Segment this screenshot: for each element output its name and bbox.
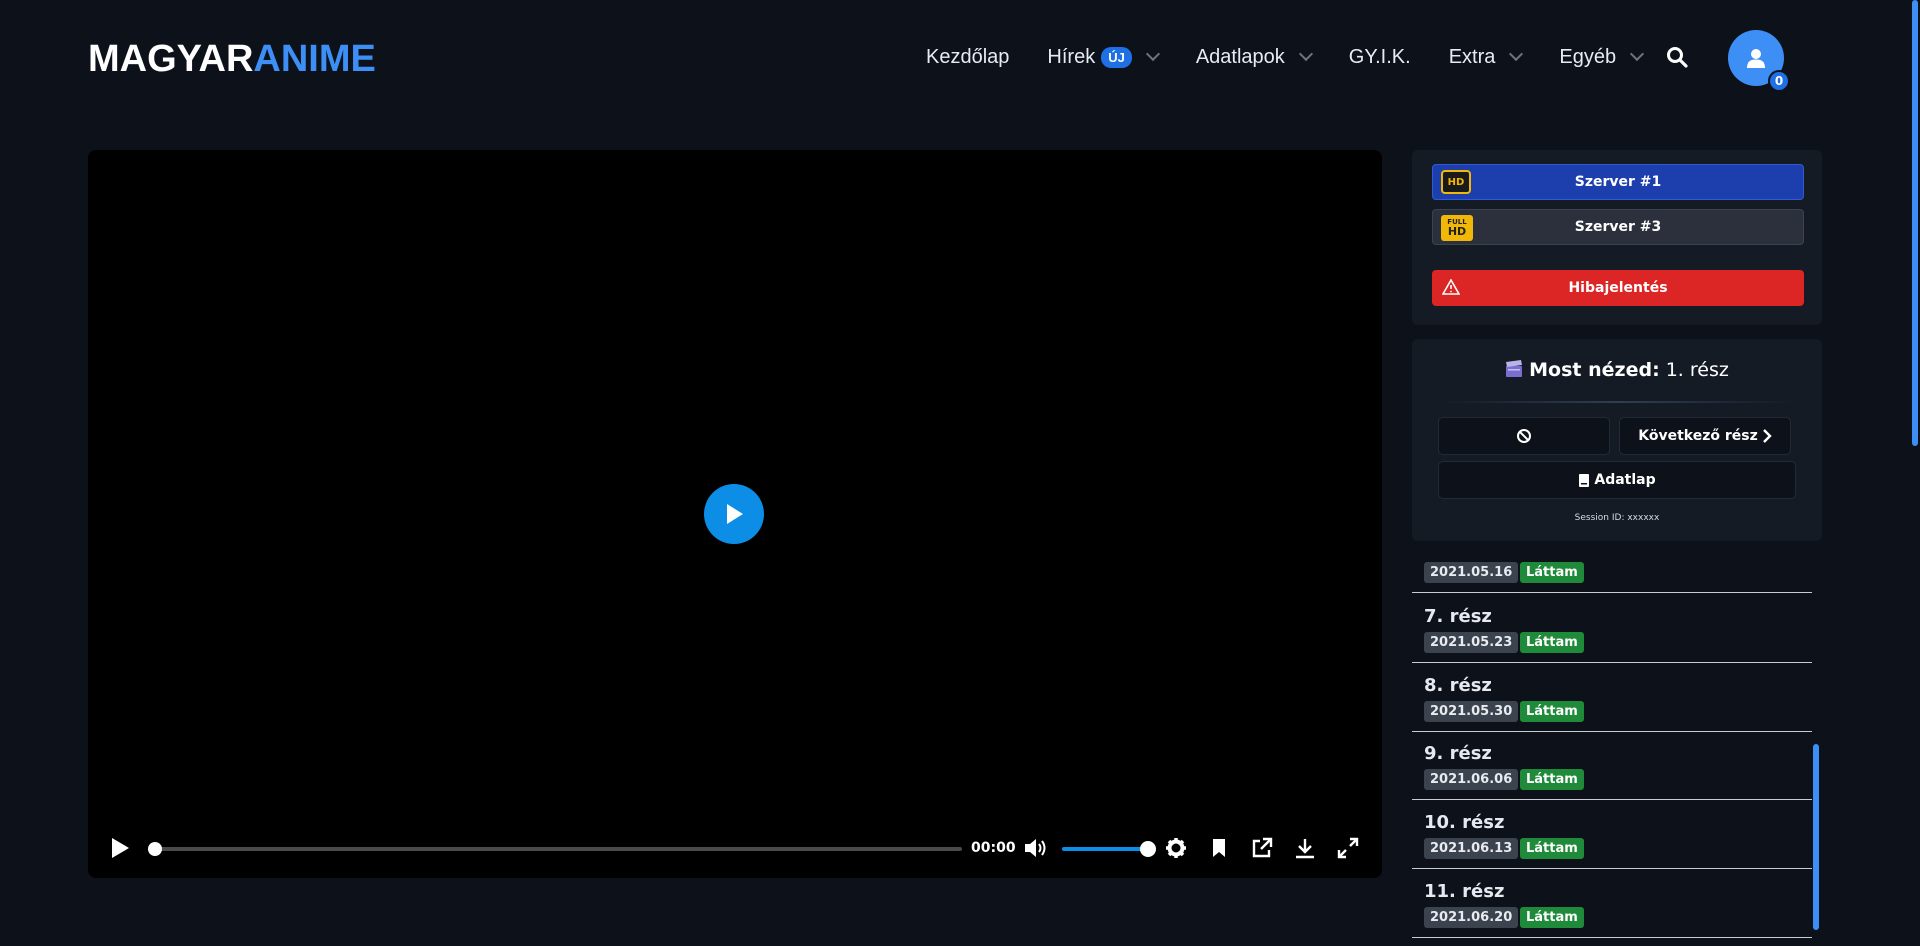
big-play-button[interactable] xyxy=(704,484,764,544)
list-item[interactable]: 10. rész 2021.06.13 Láttam xyxy=(1412,800,1812,869)
episode-list: 2021.05.16 Láttam 7. rész 2021.05.23 Lát… xyxy=(1412,552,1812,946)
episode-date: 2021.06.20 xyxy=(1424,907,1519,928)
fullscreen-button[interactable] xyxy=(1335,835,1361,861)
bookmark-button[interactable] xyxy=(1206,835,1232,861)
player-controls: 00:00 xyxy=(88,818,1382,878)
video-player[interactable]: 00:00 xyxy=(88,150,1382,878)
ban-icon xyxy=(1517,429,1531,443)
seen-badge: Láttam xyxy=(1520,701,1584,722)
episode-list-scrollbar[interactable] xyxy=(1813,744,1819,930)
episode-date: 2021.05.16 xyxy=(1424,562,1519,583)
report-error-button[interactable]: Hibajelentés xyxy=(1432,270,1804,306)
play-icon xyxy=(112,838,129,858)
progress-bar[interactable] xyxy=(148,842,962,856)
user-icon xyxy=(1747,49,1765,68)
hd-quality-badge: HD xyxy=(1441,170,1471,194)
divider xyxy=(1442,401,1794,403)
nav-extra[interactable]: Extra xyxy=(1448,45,1524,69)
site-logo[interactable]: MAGYARANIME xyxy=(88,38,376,81)
nav-home[interactable]: Kezdőlap xyxy=(926,46,1009,69)
new-badge: ÚJ xyxy=(1101,46,1132,68)
page-scrollbar[interactable] xyxy=(1912,0,1918,446)
time-display: 00:00 xyxy=(971,840,1016,856)
next-episode-button[interactable]: Következő rész xyxy=(1619,417,1791,455)
nav-datasheets[interactable]: Adatlapok xyxy=(1195,45,1313,69)
download-icon xyxy=(1296,839,1314,859)
server-3-button[interactable]: FULL HD Szerver #3 xyxy=(1432,209,1804,245)
popout-button[interactable] xyxy=(1249,835,1275,861)
warning-icon xyxy=(1441,278,1461,295)
episode-title: 7. rész xyxy=(1424,606,1492,627)
chevron-down-icon xyxy=(1298,46,1313,62)
play-icon xyxy=(727,504,743,524)
episode-date: 2021.05.23 xyxy=(1424,632,1519,653)
mute-button[interactable] xyxy=(1023,835,1049,861)
nav-home-label: Kezdőlap xyxy=(926,45,1010,68)
list-item[interactable]: 8. rész 2021.05.30 Láttam xyxy=(1412,663,1812,732)
server-1-button[interactable]: HD Szerver #1 xyxy=(1432,164,1804,200)
progress-handle[interactable] xyxy=(148,842,162,856)
episode-date: 2021.06.13 xyxy=(1424,838,1519,859)
main-nav: Kezdőlap Hírek ÚJ Adatlapok GY.I.K. Extr… xyxy=(926,40,1680,74)
server-panel: HD Szerver #1 FULL HD Szerver #3 Hibajele… xyxy=(1412,150,1822,325)
nav-other[interactable]: Egyéb xyxy=(1559,45,1645,69)
external-link-icon xyxy=(1252,837,1273,858)
chevron-down-icon xyxy=(1630,46,1645,62)
episode-title: 8. rész xyxy=(1424,675,1492,696)
episode-title: 9. rész xyxy=(1424,743,1492,764)
notification-count-badge: 0 xyxy=(1768,70,1790,92)
server-1-label: Szerver #1 xyxy=(1574,174,1662,190)
volume-slider[interactable] xyxy=(1062,841,1156,857)
datasheet-button[interactable]: Adatlap xyxy=(1438,461,1796,499)
now-watching-prefix: Most nézed: xyxy=(1529,359,1660,381)
search-icon[interactable] xyxy=(1666,46,1690,70)
fullscreen-icon xyxy=(1337,837,1359,859)
seen-badge: Láttam xyxy=(1520,562,1584,583)
chevron-down-icon xyxy=(1509,46,1524,62)
volume-handle[interactable] xyxy=(1140,841,1156,857)
bookmark-icon xyxy=(1213,839,1225,857)
episode-date: 2021.05.30 xyxy=(1424,701,1519,722)
seen-badge: Láttam xyxy=(1520,769,1584,790)
now-watching-episode: 1. rész xyxy=(1665,359,1729,381)
book-icon xyxy=(1579,473,1590,487)
list-item[interactable]: 7. rész 2021.05.23 Láttam xyxy=(1412,594,1812,663)
seen-badge: Láttam xyxy=(1520,632,1584,653)
settings-button[interactable] xyxy=(1163,835,1189,861)
nav-datasheets-label: Adatlapok xyxy=(1195,45,1285,68)
chevron-right-icon xyxy=(1762,429,1772,443)
disable-button[interactable] xyxy=(1438,417,1610,455)
logo-part-magyar: MAGYAR xyxy=(88,38,254,80)
gear-icon xyxy=(1166,838,1186,858)
server-3-label: Szerver #3 xyxy=(1574,219,1662,235)
session-id: Session ID: xxxxxx xyxy=(1574,513,1660,523)
datasheet-label: Adatlap xyxy=(1594,472,1656,488)
episode-title: 11. rész xyxy=(1424,881,1505,902)
list-item[interactable]: 11. rész 2021.06.20 Láttam xyxy=(1412,869,1812,938)
list-item[interactable]: 2021.05.16 Láttam xyxy=(1412,552,1812,593)
next-episode-label: Következő rész xyxy=(1638,428,1758,444)
now-watching-title: Most nézed: 1. rész xyxy=(1412,359,1822,383)
seen-badge: Láttam xyxy=(1520,907,1584,928)
episode-date: 2021.06.06 xyxy=(1424,769,1519,790)
clapperboard-icon xyxy=(1505,360,1523,383)
now-watching-panel: Most nézed: 1. rész Következő rész Adatl… xyxy=(1412,339,1822,541)
play-button[interactable] xyxy=(107,835,133,861)
list-item[interactable]: 9. rész 2021.06.06 Láttam xyxy=(1412,731,1812,800)
full-hd-quality-badge: FULL HD xyxy=(1441,215,1473,241)
chevron-down-icon xyxy=(1145,46,1160,62)
seen-badge: Láttam xyxy=(1520,838,1584,859)
hd-label: HD xyxy=(1447,225,1467,238)
nav-news[interactable]: Hírek ÚJ xyxy=(1047,45,1160,69)
nav-news-label: Hírek xyxy=(1047,45,1096,68)
download-button[interactable] xyxy=(1292,835,1318,861)
nav-extra-label: Extra xyxy=(1448,45,1496,68)
logo-part-anime: ANIME xyxy=(253,38,376,80)
nav-faq[interactable]: GY.I.K. xyxy=(1349,46,1411,69)
nav-faq-label: GY.I.K. xyxy=(1348,45,1411,68)
report-error-label: Hibajelentés xyxy=(1568,280,1668,296)
episode-title: 10. rész xyxy=(1424,812,1505,833)
volume-icon xyxy=(1025,839,1046,857)
nav-other-label: Egyéb xyxy=(1559,45,1617,68)
